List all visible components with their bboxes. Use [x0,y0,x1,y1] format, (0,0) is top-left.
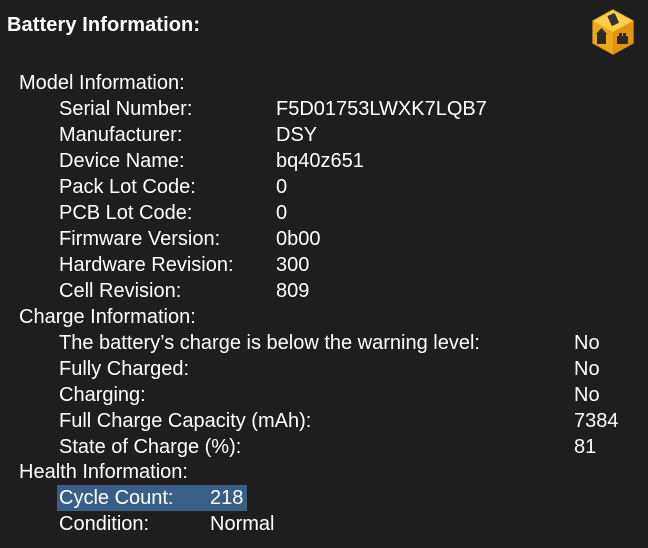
row-label: Charging: [59,384,146,406]
row-value: Normal [210,513,275,535]
row-label: State of Charge (%): [59,436,242,458]
row-label: Condition: [59,513,150,535]
row-label: Manufacturer: [59,124,183,146]
row-value: DSY [276,124,318,146]
row-label: Fully Charged: [59,358,190,380]
page-title: Battery Information: [7,14,201,36]
system-information-icon [592,9,634,55]
row-value: F5D01753LWXK7LQB7 [276,98,487,120]
row-value: No [574,384,600,406]
row-label: Firmware Version: [59,228,221,250]
row-value: 218 [210,487,244,509]
charge-information-heading: Charge Information: [19,306,196,328]
row-value: bq40z651 [276,150,364,172]
row-value: 809 [276,280,310,302]
row-value: 0b00 [276,228,321,250]
row-label: The battery’s charge is below the warnin… [59,332,480,354]
row-value: 7384 [574,410,619,432]
row-label: Cell Revision: [59,280,182,302]
row-value: No [574,332,600,354]
row-value: 300 [276,254,310,276]
row-label: Full Charge Capacity (mAh): [59,410,312,432]
row-value: 0 [276,202,288,224]
row-value: No [574,358,600,380]
row-label: Pack Lot Code: [59,176,196,198]
row-value: 0 [276,176,288,198]
row-label: Cycle Count: [59,487,174,509]
health-information-heading: Health Information: [19,461,188,483]
row-value: 81 [574,436,597,458]
row-label: Serial Number: [59,98,193,120]
row-label: Device Name: [59,150,185,172]
row-label: PCB Lot Code: [59,202,193,224]
row-label: Hardware Revision: [59,254,234,276]
model-information-heading: Model Information: [19,72,185,94]
